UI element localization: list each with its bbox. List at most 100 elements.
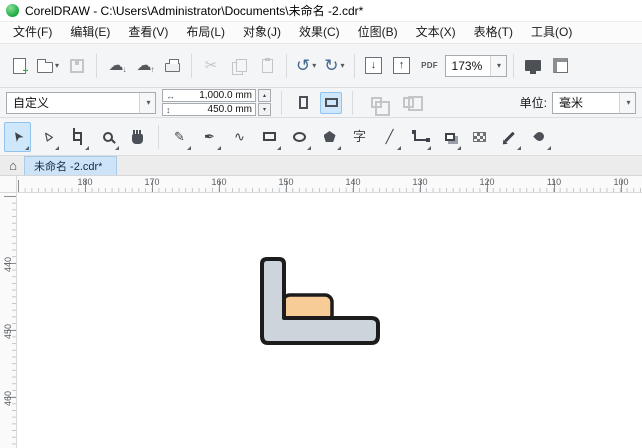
- tool-polygon[interactable]: [316, 122, 343, 152]
- tool-transparency[interactable]: [466, 122, 493, 152]
- menu-item[interactable]: 查看(V): [119, 22, 177, 43]
- tool-text[interactable]: 字: [346, 122, 373, 152]
- tool-freehand[interactable]: ✎: [166, 122, 193, 152]
- undo-button[interactable]: ↺ ▾: [293, 51, 319, 81]
- dropdown-arrow-icon: ▾: [340, 61, 345, 70]
- eyedropper-icon: [504, 131, 515, 142]
- menu-item[interactable]: 位图(B): [349, 22, 407, 43]
- units-value: 毫米: [559, 96, 584, 110]
- undo-icon: ↺: [296, 56, 311, 75]
- page-width-field[interactable]: ↔ 1,000.0 mm: [162, 89, 256, 102]
- cut-button[interactable]: ✂: [198, 51, 224, 81]
- zoom-dropdown-button[interactable]: ▾: [489, 55, 506, 76]
- menu-item[interactable]: 对象(J): [234, 22, 290, 43]
- spin-up-button[interactable]: ▴: [258, 89, 271, 102]
- toolbar-separator: [286, 53, 288, 78]
- tool-zoom[interactable]: [94, 122, 121, 152]
- transparency-icon: [473, 131, 486, 142]
- crop-tool-icon: [73, 128, 82, 145]
- menu-item[interactable]: 效果(C): [290, 22, 349, 43]
- paste-icon: [261, 57, 273, 73]
- vertical-ruler[interactable]: 440 450 460: [0, 193, 17, 448]
- import-button[interactable]: ↓: [361, 51, 387, 81]
- dropdown-arrow-icon: ▾: [55, 61, 60, 70]
- page-width-value: 1,000.0 mm: [199, 90, 252, 101]
- cloud-icon: ☁: [136, 57, 152, 74]
- document-tab-bar: ⌂ 未命名 -2.cdr*: [0, 156, 642, 176]
- ruler-origin-corner[interactable]: [0, 176, 17, 193]
- tool-shape[interactable]: ⊳: [34, 122, 61, 152]
- dropdown-arrow-icon: ▾: [626, 98, 631, 107]
- menu-item[interactable]: 表格(T): [465, 22, 522, 43]
- page-height-field[interactable]: ↕ 450.0 mm: [162, 103, 256, 116]
- tool-rectangle[interactable]: [256, 122, 283, 152]
- landscape-orientation-button[interactable]: [320, 91, 342, 114]
- tool-pen[interactable]: ✒: [196, 122, 223, 152]
- menu-item[interactable]: 文本(X): [407, 22, 465, 43]
- coreldraw-window: CorelDRAW - C:\Users\Administrator\Docum…: [0, 0, 642, 448]
- ruler-number: 450: [3, 323, 13, 339]
- zoom-level-value: 173%: [451, 58, 483, 73]
- save-to-cloud-button[interactable]: ☁ ↑: [131, 51, 157, 81]
- ruler-number: 440: [3, 256, 13, 272]
- up-arrow-icon: ↑: [398, 59, 405, 71]
- cloud-icon: ☁: [108, 57, 124, 74]
- current-page-layout-button[interactable]: [363, 88, 390, 118]
- tool-drop-shadow[interactable]: [436, 122, 463, 152]
- paste-button[interactable]: [254, 51, 280, 81]
- text-tool-icon: 字: [352, 129, 366, 144]
- horizontal-ruler[interactable]: 180 170 160 150 140 130 120 110 100: [17, 176, 642, 193]
- tool-color-eyedropper[interactable]: [496, 122, 523, 152]
- tool-connector[interactable]: [406, 122, 433, 152]
- drawing-canvas[interactable]: [17, 193, 642, 448]
- tool-interactive-fill[interactable]: [526, 122, 553, 152]
- copy-button[interactable]: [226, 51, 252, 81]
- menu-item[interactable]: 布局(L): [177, 22, 234, 43]
- portrait-icon: [298, 96, 308, 109]
- pencil-icon: ✎: [174, 129, 185, 144]
- menu-item[interactable]: 编辑(E): [61, 22, 119, 43]
- preset-dropdown-button[interactable]: ▾: [139, 92, 155, 113]
- title-bar: CorelDRAW - C:\Users\Administrator\Docum…: [0, 0, 642, 22]
- ruler-number: 130: [412, 177, 428, 187]
- print-button[interactable]: [159, 51, 185, 81]
- document-tab-active[interactable]: 未命名 -2.cdr*: [24, 156, 118, 175]
- page-size-preset-combo[interactable]: 自定义 ▾: [6, 91, 156, 114]
- redo-button[interactable]: ↻ ▾: [321, 51, 347, 81]
- plus-icon: +: [22, 65, 29, 77]
- fullscreen-preview-button[interactable]: [520, 51, 546, 81]
- shape-tool-icon: ⊳: [38, 127, 57, 146]
- units-dropdown-button[interactable]: ▾: [619, 92, 635, 113]
- menu-item[interactable]: 文件(F): [4, 22, 61, 43]
- units-label: 单位:: [519, 96, 547, 110]
- tool-ellipse[interactable]: [286, 122, 313, 152]
- open-from-cloud-button[interactable]: ☁ ↓: [103, 51, 129, 81]
- dimension-line-icon: ╱: [385, 129, 394, 144]
- toolbar-separator: [191, 53, 193, 78]
- tool-pan[interactable]: [124, 122, 151, 152]
- tool-parallel-dimension[interactable]: ╱: [376, 122, 403, 152]
- current-page-icon: [370, 97, 390, 116]
- all-pages-layout-button[interactable]: [395, 88, 423, 118]
- save-button[interactable]: [64, 51, 90, 81]
- portrait-orientation-button[interactable]: [292, 92, 314, 114]
- new-document-button[interactable]: +: [6, 51, 32, 81]
- document-tab-label: 未命名 -2.cdr*: [34, 161, 103, 173]
- open-button[interactable]: ▾: [34, 51, 62, 81]
- tool-crop[interactable]: [64, 122, 91, 152]
- show-rulers-button[interactable]: [548, 51, 574, 81]
- publish-to-pdf-button[interactable]: PDF: [417, 51, 443, 81]
- menu-item[interactable]: 工具(O): [522, 22, 581, 43]
- units-combo[interactable]: 毫米 ▾: [552, 91, 636, 114]
- tool-b-spline[interactable]: ∿: [226, 122, 253, 152]
- window-title: CorelDRAW - C:\Users\Administrator\Docum…: [25, 4, 364, 18]
- home-tab-button[interactable]: ⌂: [2, 156, 24, 175]
- redo-icon: ↻: [324, 56, 339, 75]
- zoom-level-combo[interactable]: 173% ▾: [444, 54, 507, 77]
- standard-toolbar: + ▾ ☁ ↓ ☁ ↑ ✂ ↺ ▾ ↻ ▾ ↓ ↑ PDF 173% ▾: [0, 44, 642, 88]
- export-button[interactable]: ↑: [389, 51, 415, 81]
- ruler-number: 170: [144, 177, 160, 187]
- spin-down-button[interactable]: ▾: [258, 103, 271, 116]
- scissors-icon: ✂: [204, 57, 218, 74]
- tool-pick[interactable]: ➤: [4, 121, 31, 152]
